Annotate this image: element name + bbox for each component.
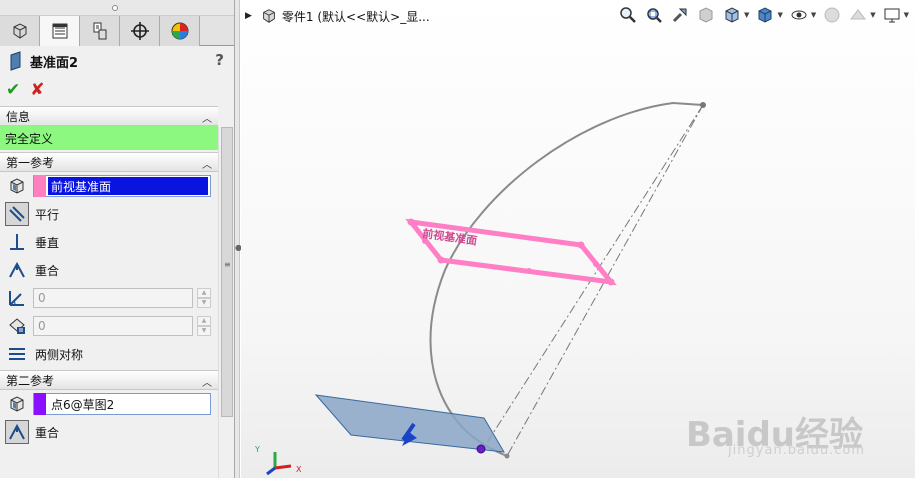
symmetric-option[interactable]: 两侧对称 [0,340,218,368]
panel-grip[interactable] [0,0,234,16]
reference-plane[interactable] [314,394,505,453]
symmetric-label: 两侧对称 [35,347,84,362]
first-reference-field[interactable]: 前视基准面 [33,175,211,197]
z-axis-icon [266,466,276,476]
distance-option: 0 ▲ ▼ [0,312,218,340]
second-reference-row: 点6@草图2 [0,390,218,418]
scrollbar-thumb[interactable]: ≡ [221,127,233,417]
x-axis-label: X [296,465,302,474]
plane-handle[interactable] [607,278,615,286]
view-triad: Y X [254,445,302,476]
second-reference-value: 点6@草图2 [51,397,115,412]
first-reference-label: 第一参考 [6,155,55,170]
symmetric-icon[interactable] [5,342,29,366]
property-list-icon [52,23,67,39]
watermark-url: jingyan.baidu.com [728,443,865,458]
first-reference-section: 第一参考 ︿ 前视基准面 平行 垂直 重合 0 ▲ ▼ 0 ▲ ▼ 两侧对称 [0,152,218,368]
collapse-chevron-icon[interactable]: ︿ [202,374,212,389]
plane-handle[interactable] [407,218,415,226]
property-manager-panel: 基准面2 ? ✔ ✘ 信息 ︿ 完全定义 第一参考 ︿ 前视基准面 平行 垂直 … [0,0,235,478]
panel-splitter[interactable]: ● [235,0,242,478]
coincident-label: 重合 [35,263,60,278]
collapse-chevron-icon[interactable]: ︿ [202,156,212,171]
second-reference-section: 第二参考 ︿ 点6@草图2 重合 [0,370,218,446]
parallel-icon[interactable] [5,202,29,226]
plane-handle[interactable] [577,241,585,249]
reference-entity-icon [5,174,29,198]
parallel-option[interactable]: 平行 [0,200,218,228]
info-section: 信息 ︿ 完全定义 [0,106,218,150]
collapse-chevron-icon[interactable]: ︿ [202,110,212,125]
angle-stepper[interactable]: ▲ ▼ [197,288,211,308]
first-reference-value: 前视基准面 [48,177,208,195]
sketch-endpoint[interactable] [700,102,706,108]
reference-entity-icon [5,392,29,416]
preview-plane[interactable]: 前视基准面 [405,218,617,286]
tab-configuration-manager[interactable] [80,16,120,46]
tab-feature-manager[interactable] [0,16,40,46]
x-axis-icon [274,464,292,470]
tab-property-manager[interactable] [40,16,80,46]
coincident-icon[interactable] [5,420,29,444]
perpendicular-icon[interactable] [5,230,29,254]
help-icon[interactable]: ? [215,51,224,69]
y-axis-label: Y [254,445,260,454]
cancel-button[interactable]: ✘ [30,80,44,100]
crosshair-icon [130,22,149,40]
first-reference-header[interactable]: 第一参考 ︿ [0,152,218,172]
appearance-ball-icon [171,22,188,40]
distance-input[interactable]: 0 [33,316,193,336]
action-bar: ✔ ✘ [0,76,234,104]
reference-color-swatch [34,393,46,415]
ok-button[interactable]: ✔ [6,80,20,100]
second-coincident-option[interactable]: 重合 [0,418,218,446]
angle-icon[interactable] [5,286,29,310]
configuration-icon [93,22,106,40]
offset-distance-icon[interactable] [5,314,29,338]
second-coincident-label: 重合 [35,425,60,440]
sketch-arc[interactable] [429,101,704,457]
perpendicular-label: 垂直 [35,235,60,250]
grip-dot-icon [112,5,118,11]
selected-point[interactable] [476,444,486,454]
coincident-option[interactable]: 重合 [0,256,218,284]
sketch-point[interactable] [504,453,510,459]
second-reference-header[interactable]: 第二参考 ︿ [0,370,218,390]
tab-dimxpert-manager[interactable] [120,16,160,46]
plane-handle[interactable] [526,268,532,274]
angle-option: 0 ▲ ▼ [0,284,218,312]
info-section-header[interactable]: 信息 ︿ [0,106,218,126]
panel-scrollbar[interactable]: ≡ [218,127,234,478]
status-message: 完全定义 [0,126,218,150]
angle-input[interactable]: 0 [33,288,193,308]
perpendicular-option[interactable]: 垂直 [0,228,218,256]
graphics-viewport[interactable]: ▶ 零件1 (默认<<默认>_显... ▼ ▼ ▼ ▼ ▼ 前视基准面 Y X … [241,0,915,478]
reference-color-swatch [34,175,46,197]
manager-tabs [0,16,234,46]
property-manager-header: 基准面2 ? [0,46,234,76]
parallel-label: 平行 [35,207,60,222]
distance-stepper[interactable]: ▲ ▼ [197,316,211,336]
feature-tree-icon [13,23,26,39]
plane-feature-icon [10,51,21,71]
info-section-label: 信息 [6,109,31,124]
coincident-icon[interactable] [5,258,29,282]
page-title: 基准面2 [30,55,79,71]
second-reference-label: 第二参考 [6,373,55,388]
tab-display-manager[interactable] [160,16,200,46]
plane-handle[interactable] [593,261,599,267]
first-reference-row: 前视基准面 [0,172,218,200]
second-reference-field[interactable]: 点6@草图2 [33,393,211,415]
plane-handle[interactable] [437,256,445,264]
